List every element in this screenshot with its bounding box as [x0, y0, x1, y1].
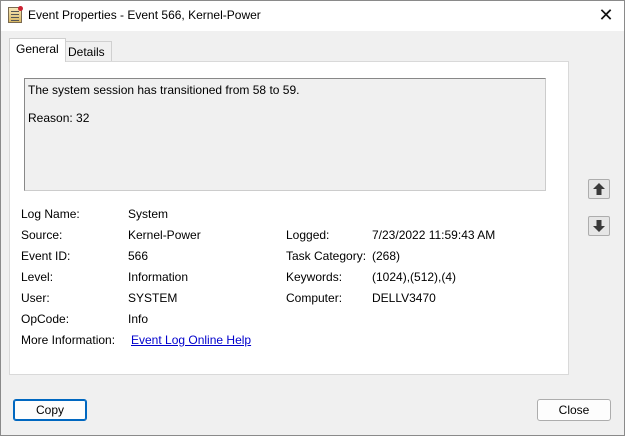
next-event-button[interactable]: [588, 216, 610, 236]
copy-button[interactable]: Copy: [13, 399, 87, 421]
level-label: Level:: [21, 270, 54, 284]
opcode-value: Info: [128, 312, 149, 326]
close-icon[interactable]: ✕: [594, 4, 618, 26]
level-value: Information: [128, 270, 189, 284]
event-description[interactable]: The system session has transitioned from…: [24, 78, 546, 191]
previous-event-button[interactable]: [588, 179, 610, 199]
arrow-up-icon: [593, 183, 605, 195]
event-properties-window: Event Properties - Event 566, Kernel-Pow…: [0, 0, 625, 436]
tab-details[interactable]: Details: [62, 41, 112, 61]
close-button[interactable]: Close: [537, 399, 611, 421]
log-name-value: System: [128, 207, 169, 221]
source-value: Kernel-Power: [128, 228, 201, 242]
event-log-online-help-link[interactable]: Event Log Online Help: [131, 333, 251, 347]
tab-general[interactable]: General: [9, 38, 66, 62]
computer-label: Computer:: [286, 291, 343, 305]
title-bar[interactable]: Event Properties - Event 566, Kernel-Pow…: [1, 1, 624, 31]
source-label: Source:: [21, 228, 63, 242]
more-info-label: More Information:: [21, 333, 116, 347]
event-viewer-icon: [8, 6, 23, 23]
logged-value: 7/23/2022 11:59:43 AM: [372, 228, 496, 242]
event-id-value: 566: [128, 249, 149, 263]
event-id-label: Event ID:: [21, 249, 71, 263]
user-value: SYSTEM: [128, 291, 178, 305]
opcode-label: OpCode:: [21, 312, 70, 326]
keywords-value: (1024),(512),(4): [372, 270, 457, 284]
task-category-label: Task Category:: [286, 249, 367, 263]
keywords-label: Keywords:: [286, 270, 343, 284]
task-category-value: (268): [372, 249, 401, 263]
logged-label: Logged:: [286, 228, 330, 242]
computer-value: DELLV3470: [372, 291, 436, 305]
general-panel: The system session has transitioned from…: [9, 61, 569, 375]
window-title: Event Properties - Event 566, Kernel-Pow…: [28, 8, 261, 22]
arrow-down-icon: [593, 220, 605, 232]
log-name-label: Log Name:: [21, 207, 80, 221]
user-label: User:: [21, 291, 50, 305]
